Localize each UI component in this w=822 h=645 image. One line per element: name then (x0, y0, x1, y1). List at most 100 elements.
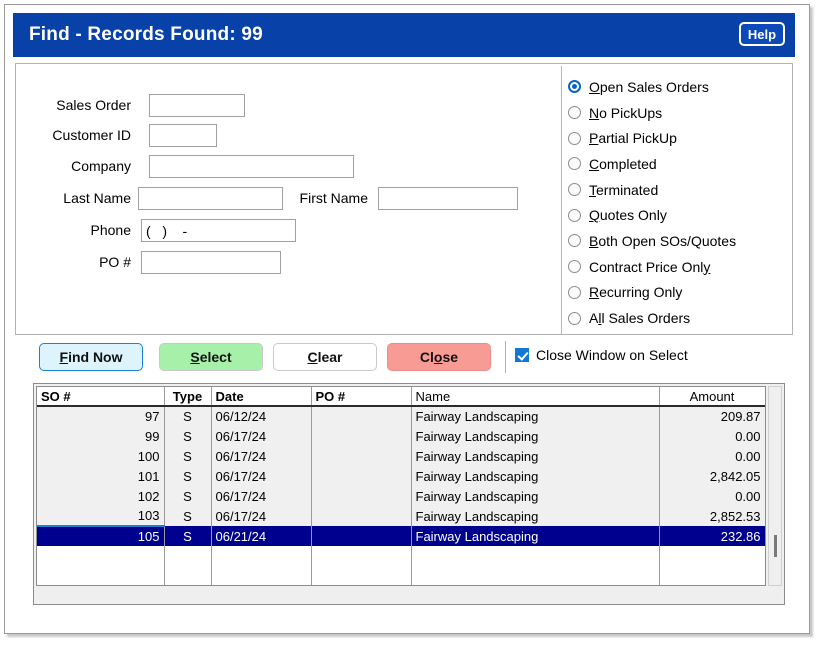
cell-empty (211, 570, 312, 585)
column-header-name[interactable]: Name (411, 387, 660, 407)
select-button[interactable]: Select (159, 343, 263, 371)
cell-po (311, 486, 412, 506)
form-row-phone: Phone (16, 219, 556, 245)
cell-type: S (164, 506, 212, 526)
cell-name: Fairway Landscaping (411, 406, 660, 426)
radio-option-partial-pickup[interactable]: Partial PickUp (568, 125, 794, 151)
radio-option-completed[interactable]: Completed (568, 151, 794, 177)
cell-date: 06/17/24 (211, 506, 312, 526)
cell-so: 100 (37, 446, 165, 466)
form-row-po: PO # (16, 251, 556, 277)
find-window: Find - Records Found: 99 Help Sales Orde… (4, 4, 810, 634)
customer-id-label: Customer ID (52, 127, 131, 143)
table-row-selected[interactable]: 105 S 06/21/24 Fairway Landscaping 232.86 (37, 525, 765, 546)
table-row[interactable]: 103 S 06/17/24 Fairway Landscaping 2,852.53 (37, 506, 765, 526)
cell-empty (411, 546, 660, 570)
table-row-empty[interactable] (37, 546, 765, 570)
cell-type: S (164, 526, 212, 546)
column-header-type[interactable]: Type (164, 387, 212, 407)
radio-option-both-open-sos-quotes[interactable]: Both Open SOs/Quotes (568, 228, 794, 254)
radio-unselected-icon (568, 285, 581, 299)
table-row[interactable]: 97 S 06/12/24 Fairway Landscaping 209.87 (37, 406, 765, 426)
sales-order-input[interactable] (149, 94, 245, 117)
help-button[interactable]: Help (739, 22, 785, 46)
radio-label-completed: Completed (589, 155, 657, 172)
cell-type: S (164, 426, 212, 446)
sales-order-label: Sales Order (56, 97, 131, 113)
company-input[interactable] (149, 155, 354, 178)
results-vertical-scrollbar[interactable] (768, 386, 782, 586)
column-header-amount[interactable]: Amount (659, 387, 765, 407)
column-header-po[interactable]: PO # (311, 387, 412, 407)
radio-unselected-icon (568, 311, 581, 325)
phone-label: Phone (90, 222, 131, 238)
column-header-so[interactable]: SO # (37, 387, 165, 407)
cell-type: S (164, 406, 212, 426)
company-label: Company (71, 158, 131, 174)
cell-amount: 0.00 (659, 486, 765, 506)
phone-input[interactable] (141, 219, 296, 242)
cell-empty (164, 546, 212, 570)
radio-label-terminated: Terminated (589, 181, 659, 198)
cell-type: S (164, 446, 212, 466)
close-window-on-select-checkbox[interactable]: Close Window on Select (515, 347, 688, 363)
radio-unselected-icon (568, 260, 581, 274)
cell-name: Fairway Landscaping (411, 446, 660, 466)
cell-name: Fairway Landscaping (411, 466, 660, 486)
radio-option-no-pickups[interactable]: No PickUps (568, 100, 794, 126)
close-button[interactable]: Close (387, 343, 491, 371)
clear-button[interactable]: Clear (273, 343, 377, 371)
cell-name: Fairway Landscaping (411, 506, 660, 526)
table-header-row: SO # Type Date PO # Name Amount (37, 387, 765, 407)
table-row-empty[interactable] (37, 570, 765, 585)
scrollbar-thumb[interactable] (774, 535, 777, 557)
radio-unselected-icon (568, 208, 581, 222)
radio-label-contract-price-only: Contract Price Only (589, 258, 711, 275)
customer-id-input[interactable] (149, 124, 217, 147)
cell-date: 06/12/24 (211, 406, 312, 426)
po-input[interactable] (141, 251, 281, 274)
cell-date: 06/17/24 (211, 426, 312, 446)
table-row[interactable]: 100 S 06/17/24 Fairway Landscaping 0.00 (37, 446, 765, 466)
column-header-date[interactable]: Date (211, 387, 312, 407)
radio-label-recurring-only: Recurring Only (589, 284, 683, 301)
radio-option-contract-price-only[interactable]: Contract Price Only (568, 254, 794, 280)
cell-empty (659, 570, 765, 585)
results-table: SO # Type Date PO # Name Amount 97 S 06/12/24 Fa… (37, 387, 765, 585)
radio-label-both-open-sos-quotes: Both Open SOs/Quotes (589, 232, 737, 249)
cell-date: 06/17/24 (211, 446, 312, 466)
radio-option-recurring-only[interactable]: Recurring Only (568, 280, 794, 306)
cell-empty (37, 546, 165, 570)
cell-amount: 0.00 (659, 446, 765, 466)
radio-unselected-icon (568, 234, 581, 248)
results-grid-viewport: SO # Type Date PO # Name Amount 97 S 06/12/24 Fa… (36, 386, 766, 586)
cell-amount: 209.87 (659, 406, 765, 426)
radio-option-all-sales-orders[interactable]: All Sales Orders (568, 305, 794, 331)
first-name-input[interactable] (378, 187, 518, 210)
radio-option-terminated[interactable]: Terminated (568, 177, 794, 203)
radio-label-partial-pickup: Partial PickUp (589, 130, 677, 147)
radio-label-no-pickups: No PickUps (589, 104, 663, 121)
find-now-button[interactable]: Find Now (39, 343, 143, 371)
table-row[interactable]: 99 S 06/17/24 Fairway Landscaping 0.00 (37, 426, 765, 446)
table-row[interactable]: 102 S 06/17/24 Fairway Landscaping 0.00 (37, 486, 765, 506)
cell-name: Fairway Landscaping (411, 526, 660, 546)
radio-option-open-sales-orders[interactable]: Open Sales Orders (568, 74, 794, 100)
cell-so: 97 (37, 406, 165, 426)
checkmark-icon (515, 348, 529, 362)
radio-unselected-icon (568, 183, 581, 197)
table-row[interactable]: 101 S 06/17/24 Fairway Landscaping 2,842.05 (37, 466, 765, 486)
cell-date: 06/21/24 (211, 526, 312, 546)
radio-unselected-icon (568, 106, 581, 120)
results-grid: SO # Type Date PO # Name Amount 97 S 06/12/24 Fa… (33, 383, 785, 605)
results-grid-footer (36, 586, 782, 602)
radio-option-quotes-only[interactable]: Quotes Only (568, 202, 794, 228)
cell-so: 102 (37, 486, 165, 506)
title-bar: Find - Records Found: 99 Help (13, 13, 795, 57)
cell-so: 99 (37, 426, 165, 446)
first-name-label: First Name (299, 190, 368, 206)
panel-divider (561, 66, 562, 334)
cell-empty (311, 546, 412, 570)
cell-empty (311, 570, 412, 585)
cell-empty (164, 570, 212, 585)
